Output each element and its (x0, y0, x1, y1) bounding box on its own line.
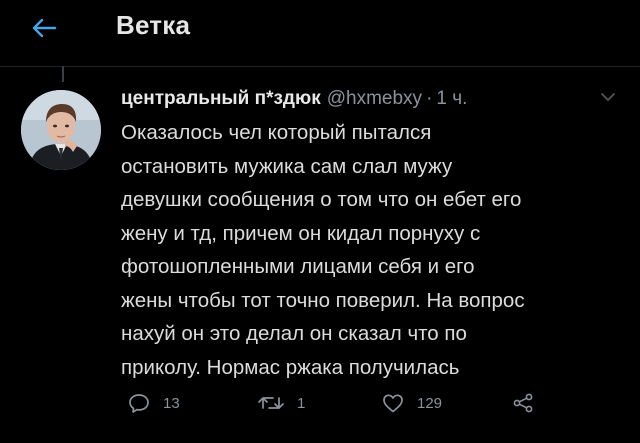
author-name[interactable]: центральный п*здюк (121, 88, 321, 110)
like-count: 129 (417, 394, 443, 412)
reply-icon (129, 394, 149, 413)
retweet-button[interactable]: 1 (257, 388, 305, 418)
meta-separator: · (426, 88, 433, 109)
chevron-down-icon (601, 93, 615, 101)
share-icon (513, 393, 533, 413)
thread-connector-line (62, 66, 64, 82)
reply-count: 13 (163, 394, 180, 412)
tweet-text-line: приколу. Нормас ржака получилась (121, 355, 460, 379)
tweet-text-line: жены чтобы тот точно поверил. На вопрос (121, 288, 525, 312)
tweet[interactable]: центральный п*здюк @hxmebxy · 1 ч. Оказа… (121, 84, 621, 384)
tweet-time[interactable]: 1 ч. (436, 88, 467, 110)
tweet-text-line: фотошопленными лицами себя и его (121, 255, 475, 278)
arrow-left-icon (32, 18, 57, 38)
avatar-photo (21, 90, 101, 170)
heart-icon (383, 394, 403, 413)
tweet-text: Оказалось чел который пытался остановить… (121, 116, 621, 384)
tweet-menu-button[interactable] (599, 90, 617, 104)
tweet-meta: центральный п*здюк @hxmebxy · 1 ч. (121, 84, 621, 114)
tweet-text-line: жену и тд, причем он кидал порнуху с (121, 221, 481, 245)
back-button[interactable] (30, 14, 58, 42)
reply-button[interactable]: 13 (127, 388, 180, 418)
like-button[interactable]: 129 (381, 388, 442, 418)
retweet-icon (258, 397, 284, 409)
share-button[interactable] (511, 388, 535, 418)
tweet-actions: 13 1 129 (121, 388, 561, 418)
author-handle[interactable]: @hxmebxy (327, 88, 422, 110)
retweet-count: 1 (297, 394, 306, 412)
top-bar: Ветка (0, 0, 640, 64)
header-divider (0, 66, 640, 67)
page-title: Ветка (116, 10, 191, 40)
tweet-text-line: нахуй он это делал он сказал что по (121, 322, 467, 345)
avatar[interactable] (21, 90, 101, 170)
tweet-text-line: остановить мужика сам слал мужу (121, 154, 453, 178)
tweet-text-line: Оказалось чел который пытался (121, 121, 432, 144)
tweet-text-line: девушки сообщения о том что он ебет его (121, 188, 522, 211)
